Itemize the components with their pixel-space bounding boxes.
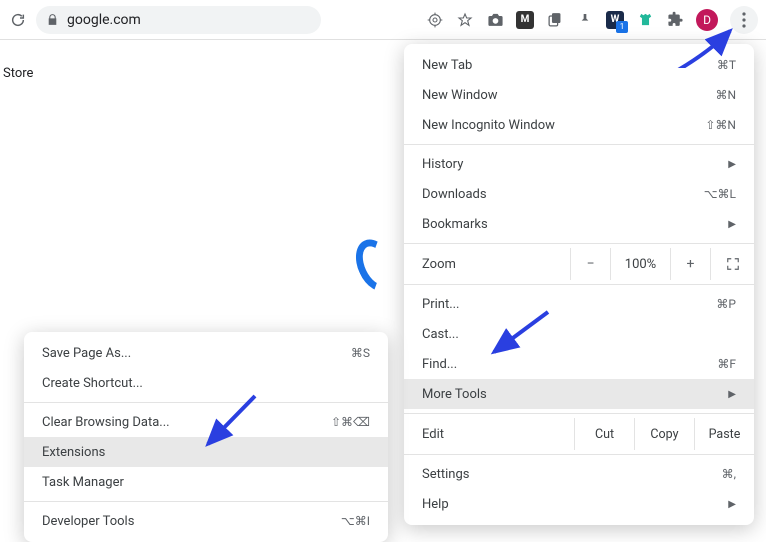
menu-zoom-row: Zoom − 100% + [404, 248, 754, 280]
submenu-developer-tools[interactable]: Developer Tools⌥⌘I [24, 506, 388, 536]
zoom-label: Zoom [404, 257, 570, 272]
cut-button[interactable]: Cut [574, 418, 634, 450]
extension-icon-w[interactable]: W1 [606, 11, 624, 29]
menu-downloads[interactable]: Downloads⌥⌘L [404, 179, 754, 209]
menu-separator [404, 413, 754, 414]
extension-icon-pin[interactable] [576, 11, 594, 29]
menu-bookmarks[interactable]: Bookmarks▶ [404, 209, 754, 239]
menu-find[interactable]: Find...⌘F [404, 349, 754, 379]
bookmark-star-icon[interactable] [456, 11, 474, 29]
vertical-dots-icon [742, 12, 746, 28]
zoom-in-button[interactable]: + [670, 248, 710, 280]
extensions-puzzle-icon[interactable] [666, 11, 684, 29]
submenu-create-shortcut[interactable]: Create Shortcut... [24, 368, 388, 398]
camera-icon[interactable] [486, 11, 504, 29]
menu-settings[interactable]: Settings⌘, [404, 459, 754, 489]
extension-icon-copy[interactable] [546, 11, 564, 29]
store-link[interactable]: Store [3, 66, 33, 81]
menu-print[interactable]: Print...⌘P [404, 289, 754, 319]
fullscreen-button[interactable] [710, 248, 754, 280]
menu-history[interactable]: History▶ [404, 149, 754, 179]
menu-more-tools[interactable]: More Tools▶ [404, 379, 754, 409]
reload-icon [10, 12, 26, 28]
extension-icon-m[interactable]: M [516, 11, 534, 29]
menu-separator [24, 501, 388, 502]
submenu-task-manager[interactable]: Task Manager [24, 467, 388, 497]
menu-separator [24, 402, 388, 403]
fullscreen-icon [726, 257, 740, 271]
paste-button[interactable]: Paste [694, 418, 754, 450]
chevron-right-icon: ▶ [728, 499, 736, 510]
menu-separator [404, 284, 754, 285]
menu-separator [404, 454, 754, 455]
zoom-value: 100% [610, 248, 670, 280]
submenu-clear-browsing-data[interactable]: Clear Browsing Data...⇧⌘⌫ [24, 407, 388, 437]
chevron-right-icon: ▶ [728, 159, 736, 170]
address-bar[interactable]: google.com [36, 6, 321, 34]
extension-icon-shirt[interactable] [636, 11, 654, 29]
menu-separator [404, 144, 754, 145]
google-logo-fragment [348, 233, 404, 298]
zoom-out-button[interactable]: − [570, 248, 610, 280]
badge: 1 [616, 21, 628, 33]
menu-new-window[interactable]: New Window⌘N [404, 80, 754, 110]
copy-button[interactable]: Copy [634, 418, 694, 450]
lock-icon [46, 13, 59, 26]
menu-edit-row: Edit Cut Copy Paste [404, 418, 754, 450]
chevron-right-icon: ▶ [728, 389, 736, 400]
menu-button[interactable] [730, 6, 758, 34]
edit-label: Edit [404, 427, 574, 442]
main-menu: New Tab⌘T New Window⌘N New Incognito Win… [404, 44, 754, 525]
reload-button[interactable] [8, 10, 28, 30]
location-icon[interactable] [426, 11, 444, 29]
submenu-save-page[interactable]: Save Page As...⌘S [24, 338, 388, 368]
browser-toolbar: google.com M W1 D [0, 0, 766, 40]
url-text: google.com [67, 12, 141, 28]
more-tools-submenu: Save Page As...⌘S Create Shortcut... Cle… [24, 332, 388, 542]
chevron-right-icon: ▶ [728, 219, 736, 230]
menu-new-incognito[interactable]: New Incognito Window⇧⌘N [404, 110, 754, 140]
toolbar-icons: M W1 D [426, 6, 758, 34]
menu-help[interactable]: Help▶ [404, 489, 754, 519]
menu-separator [404, 243, 754, 244]
submenu-extensions[interactable]: Extensions [24, 437, 388, 467]
profile-avatar[interactable]: D [696, 9, 718, 31]
menu-cast[interactable]: Cast... [404, 319, 754, 349]
menu-new-tab[interactable]: New Tab⌘T [404, 50, 754, 80]
